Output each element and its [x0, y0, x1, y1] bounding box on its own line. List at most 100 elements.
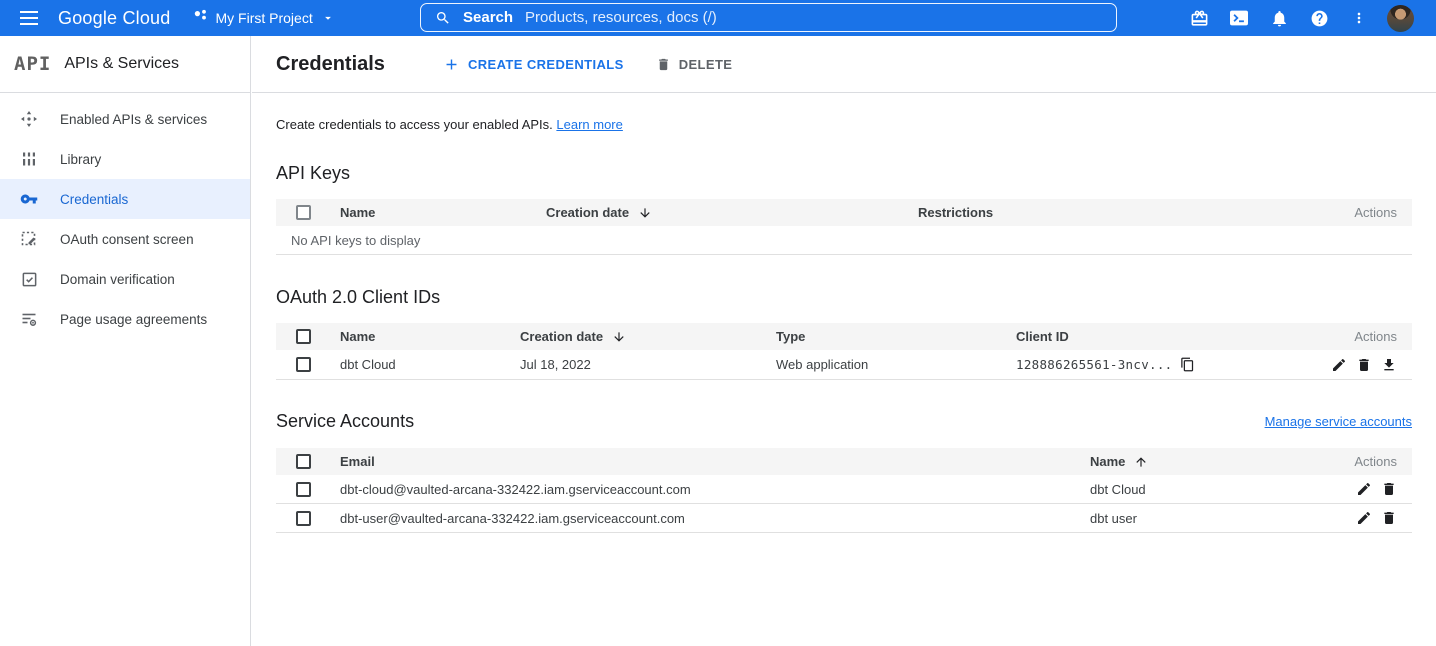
column-header-name[interactable]: Name [340, 205, 546, 220]
row-checkbox[interactable] [296, 357, 311, 372]
column-header-label: Creation date [520, 329, 603, 344]
table-row: dbt Cloud Jul 18, 2022 Web application 1… [276, 350, 1412, 380]
column-header-restrictions[interactable]: Restrictions [918, 205, 1322, 220]
domain-verification-icon [20, 270, 38, 288]
gift-icon[interactable] [1187, 6, 1211, 30]
service-account-email: dbt-cloud@vaulted-arcana-332422.iam.gser… [340, 482, 1090, 497]
intro-sentence: Create credentials to access your enable… [276, 117, 553, 132]
sidebar-item-label: OAuth consent screen [60, 232, 194, 247]
trash-icon[interactable] [1381, 510, 1397, 526]
service-account-name: dbt Cloud [1090, 482, 1322, 497]
sidebar-item-label: Library [60, 152, 101, 167]
project-name: My First Project [215, 10, 312, 26]
column-header-name[interactable]: Name [1090, 454, 1322, 469]
search-placeholder: Products, resources, docs (/) [525, 9, 717, 26]
main-content: Credentials CREATE CREDENTIALS DELETE Cr… [252, 36, 1436, 646]
edit-pencil-icon[interactable] [1356, 481, 1372, 497]
trash-icon[interactable] [1356, 357, 1372, 373]
column-header-email[interactable]: Email [340, 454, 1090, 469]
search-input[interactable]: Search Products, resources, docs (/) [420, 3, 1117, 32]
create-credentials-label: CREATE CREDENTIALS [468, 57, 624, 72]
select-all-checkbox[interactable] [296, 205, 311, 220]
sidebar-item-domain-verification[interactable]: Domain verification [0, 259, 250, 299]
table-row: dbt-user@vaulted-arcana-332422.iam.gserv… [276, 504, 1412, 533]
api-logo-icon: API [14, 53, 51, 75]
oauth-client-creation-date: Jul 18, 2022 [520, 357, 776, 372]
select-all-checkbox[interactable] [296, 329, 311, 344]
project-icon [194, 9, 207, 27]
column-header-type[interactable]: Type [776, 329, 1016, 344]
more-options-icon[interactable] [1347, 6, 1371, 30]
sidebar-title: APIs & Services [64, 55, 179, 73]
sidebar-item-credentials[interactable]: Credentials [0, 179, 250, 219]
oauth-clients-heading: OAuth 2.0 Client IDs [276, 287, 1412, 308]
oauth-client-type: Web application [776, 357, 1016, 372]
notifications-bell-icon[interactable] [1267, 6, 1291, 30]
select-all-checkbox[interactable] [296, 454, 311, 469]
oauth-clients-table: Name Creation date Type Client ID Action… [276, 323, 1412, 380]
copy-icon[interactable] [1180, 357, 1195, 372]
manage-service-accounts-link[interactable]: Manage service accounts [1265, 414, 1412, 429]
column-header-label: Creation date [546, 205, 629, 220]
delete-button[interactable]: DELETE [656, 57, 733, 72]
delete-label: DELETE [679, 57, 733, 72]
sidebar-item-oauth-consent[interactable]: OAuth consent screen [0, 219, 250, 259]
service-accounts-header-row: Service Accounts Manage service accounts [276, 411, 1412, 432]
sidebar-item-label: Credentials [60, 192, 128, 207]
trash-icon [656, 57, 671, 72]
trash-icon[interactable] [1381, 481, 1397, 497]
page-toolbar: Credentials CREATE CREDENTIALS DELETE [252, 36, 1436, 93]
sidebar-item-library[interactable]: Library [0, 139, 250, 179]
oauth-table-header: Name Creation date Type Client ID Action… [276, 323, 1412, 350]
top-app-bar: Google Cloud My First Project Search Pro… [0, 0, 1436, 36]
api-keys-empty-message: No API keys to display [276, 226, 1412, 255]
sidebar-item-label: Enabled APIs & services [60, 112, 207, 127]
hamburger-menu-icon[interactable] [17, 6, 41, 30]
row-checkbox[interactable] [296, 511, 311, 526]
user-avatar[interactable] [1387, 5, 1414, 32]
api-keys-heading: API Keys [276, 163, 1412, 184]
download-icon[interactable] [1381, 357, 1397, 373]
sidebar-item-page-usage[interactable]: Page usage agreements [0, 299, 250, 339]
create-credentials-button[interactable]: CREATE CREDENTIALS [443, 56, 624, 73]
google-cloud-logo[interactable]: Google Cloud [58, 8, 170, 29]
enabled-apis-icon [20, 110, 38, 128]
oauth-client-id-value: 128886265561-3ncv... [1016, 357, 1173, 372]
learn-more-link[interactable]: Learn more [556, 117, 622, 132]
page-body: Create credentials to access your enable… [252, 117, 1436, 533]
help-icon[interactable] [1307, 6, 1331, 30]
edit-pencil-icon[interactable] [1331, 357, 1347, 373]
table-row: dbt-cloud@vaulted-arcana-332422.iam.gser… [276, 475, 1412, 504]
project-selector[interactable]: My First Project [194, 9, 334, 27]
column-header-client-id[interactable]: Client ID [1016, 329, 1292, 344]
cloud-shell-icon[interactable] [1227, 6, 1251, 30]
service-accounts-heading: Service Accounts [276, 411, 414, 432]
library-icon [20, 150, 38, 168]
sort-ascending-icon [1134, 455, 1148, 469]
row-checkbox[interactable] [296, 482, 311, 497]
sidebar: API APIs & Services Enabled APIs & servi… [0, 36, 251, 646]
chevron-down-icon [321, 11, 335, 25]
column-header-creation-date[interactable]: Creation date [520, 329, 776, 344]
api-keys-table-header: Name Creation date Restrictions Actions [276, 199, 1412, 226]
edit-pencil-icon[interactable] [1356, 510, 1372, 526]
service-account-email: dbt-user@vaulted-arcana-332422.iam.gserv… [340, 511, 1090, 526]
sidebar-item-enabled-apis[interactable]: Enabled APIs & services [0, 99, 250, 139]
column-header-name[interactable]: Name [340, 329, 520, 344]
sidebar-nav: Enabled APIs & services Library Credenti… [0, 93, 250, 339]
sidebar-item-label: Domain verification [60, 272, 175, 287]
plus-icon [443, 56, 460, 73]
column-header-actions: Actions [1292, 329, 1412, 344]
oauth-consent-icon [20, 230, 38, 248]
column-header-actions: Actions [1322, 454, 1412, 469]
api-keys-table: Name Creation date Restrictions Actions … [276, 199, 1412, 255]
sort-descending-icon [612, 330, 626, 344]
column-header-creation-date[interactable]: Creation date [546, 205, 918, 220]
sidebar-item-label: Page usage agreements [60, 312, 207, 327]
key-icon [20, 190, 38, 208]
topbar-actions [1187, 0, 1436, 36]
service-accounts-table-header: Email Name Actions [276, 448, 1412, 475]
page-title: Credentials [276, 53, 385, 76]
service-account-name: dbt user [1090, 511, 1322, 526]
column-header-label: Name [1090, 454, 1125, 469]
